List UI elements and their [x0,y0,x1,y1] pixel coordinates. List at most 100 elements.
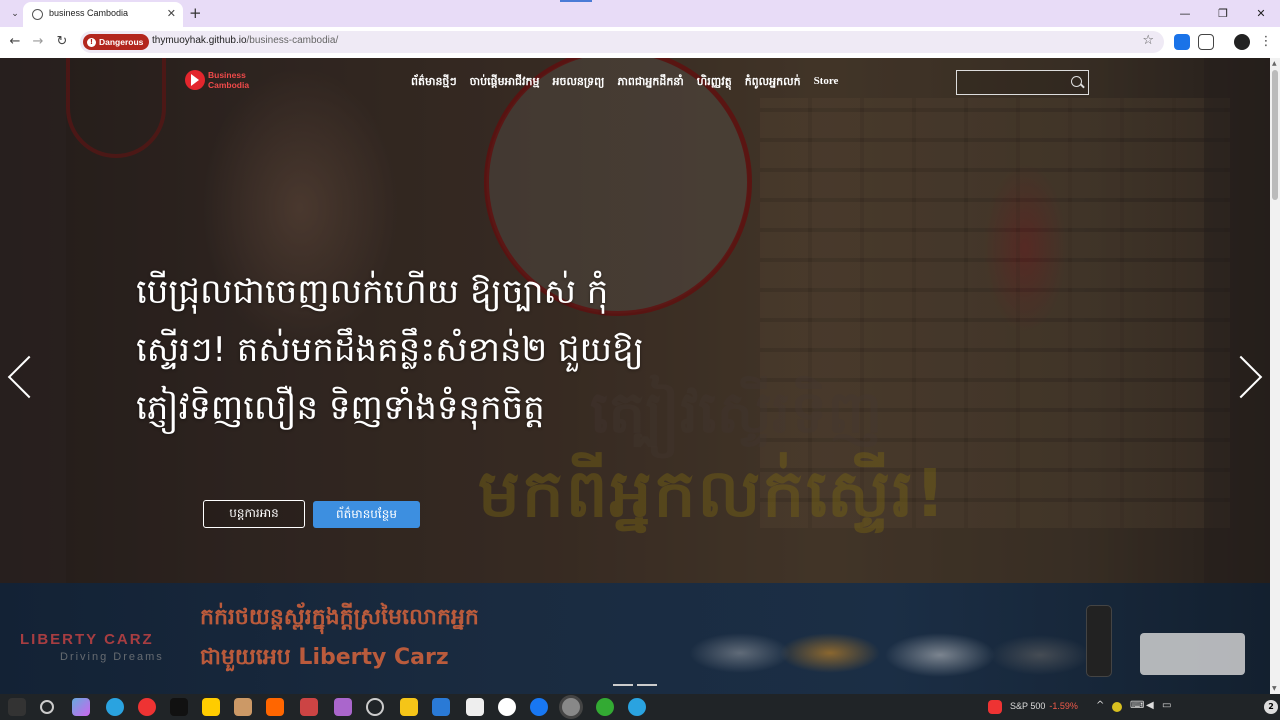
security-label: Dangerous [99,37,144,47]
notepad-icon[interactable] [466,698,484,716]
github-icon[interactable] [366,698,384,716]
bookmark-star-icon[interactable]: ☆ [1142,33,1154,48]
telegram-desktop-icon[interactable] [628,698,646,716]
nav-link-real-estate[interactable]: អចលនទ្រព្យ [552,75,604,91]
minimize-button[interactable]: — [1166,0,1204,27]
logo-line1: Business [208,70,246,80]
snapchat-icon[interactable] [202,698,220,716]
os-taskbar: S&P 500 -1.59% ^ ⌨ ◀ ▭ 2 [0,694,1280,720]
tab-search-button[interactable]: ⌄ [6,5,24,23]
tray-overflow-chevron-icon[interactable]: ^ [1096,700,1104,711]
tab-title: business Cambodia [49,8,129,18]
logo-text: Business Cambodia [208,70,249,90]
page-viewport: ត្បៀវស្ទើរទិញ មកពីអ្នកលក់ស្ទើរ! បើជ្រុលជ… [0,58,1280,694]
stock-chart-icon [988,700,1002,714]
banner-headline: កក់រថយន្តស្ព័រក្នុងក្ដីស្រមៃលោកអ្នក [200,605,479,630]
banner-cars-image [680,623,1100,683]
chrome-icon[interactable] [562,698,580,716]
scroll-down-arrow-icon[interactable]: ▼ [1272,685,1277,692]
banner-qr-code [1140,633,1245,675]
back-button[interactable]: ← [6,33,24,51]
nav-link-top-sellers[interactable]: កំពូលអ្នកលក់ [745,75,801,91]
url-text[interactable]: thymuoyhak.github.io/business-cambodia/ [152,35,338,46]
widgets-icon[interactable] [8,698,26,716]
security-warning-chip[interactable]: ! Dangerous [83,34,150,50]
stock-change: -1.59% [1049,701,1078,711]
banner-brand: LIBERTY CARZ [20,631,154,648]
tab-strip: ⌄ business Cambodia ✕ + — ❐ ✕ [0,0,1280,27]
search-icon[interactable] [1071,76,1082,87]
stock-widget[interactable]: S&P 500 -1.59% [1010,701,1078,711]
game-app-icon[interactable] [234,698,252,716]
telegram-icon[interactable] [106,698,124,716]
maximize-button[interactable]: ❐ [1204,0,1242,27]
menu-kebab-icon[interactable]: ⋮ [1257,33,1275,51]
nav-links: ព័ត៌មានថ្មីៗ ចាប់ផ្តើមអាជីវកម្ម អចលនទ្រព… [411,75,838,91]
notification-badge[interactable]: 2 [1264,700,1278,714]
site-navbar: Business Cambodia ព័ត៌មានថ្មីៗ ចាប់ផ្តើម… [0,58,1270,108]
window-controls: — ❐ ✕ [1166,0,1280,27]
battery-icon[interactable]: ▭ [1162,700,1171,711]
site-logo[interactable]: Business Cambodia [185,70,249,90]
scroll-up-arrow-icon[interactable]: ▲ [1272,60,1277,67]
stock-name: S&P 500 [1010,701,1046,711]
carousel-indicator[interactable] [613,684,633,686]
tab-close-icon[interactable]: ✕ [167,7,176,20]
search-input[interactable] [956,70,1089,95]
fiverr-icon[interactable] [596,698,614,716]
tray-app-icon[interactable] [1112,702,1122,712]
copilot-icon[interactable] [72,698,90,716]
volume-icon[interactable]: ◀ [1146,700,1154,711]
extension-icon[interactable] [1174,34,1190,50]
browser-toolbar: ← → ↻ ! Dangerous thymuoyhak.github.io/b… [0,27,1280,58]
opera-icon[interactable] [138,698,156,716]
hero-carousel-slide: ត្បៀវស្ទើរទិញ មកពីអ្នកលក់ស្ទើរ! បើជ្រុលជ… [0,58,1270,583]
carousel-indicators [613,684,657,686]
tiktok-icon[interactable] [170,698,188,716]
nav-link-store[interactable]: Store [814,75,839,91]
profile-avatar[interactable] [1234,34,1250,50]
hero-headline: បើជ្រុលជាចេញលក់ហើយ ឱ្យច្បាស់ កុំ ស្ទើរៗ!… [136,263,726,437]
banner-subheadline: ជាមួយអេប Liberty Carz [200,645,449,670]
visual-studio-icon[interactable] [334,698,352,716]
play-logo-icon [185,70,205,90]
carousel-indicator[interactable] [637,684,657,686]
new-tab-button[interactable]: + [189,4,202,22]
illustrator-app-icon[interactable] [266,698,284,716]
continue-reading-button[interactable]: បន្តការអាន [203,500,305,528]
headline-line: ភ្ញៀវទិញលឿន ទិញទាំងទំនុកចិត្ត [136,388,545,428]
nav-link-leadership[interactable]: ភាពជាអ្នកដឹកនាំ [617,75,683,91]
photo-app-icon[interactable] [300,698,318,716]
nav-link-finance[interactable]: ហិរញ្ញវត្ថុ [697,75,732,91]
keyboard-icon[interactable]: ⌨ [1130,700,1144,711]
carousel-next-chevron-icon[interactable] [1232,353,1262,401]
tab-strip-accent [560,0,592,2]
globe-icon [32,9,43,20]
file-explorer-icon[interactable] [400,698,418,716]
close-window-button[interactable]: ✕ [1242,0,1280,27]
ad-banner[interactable]: LIBERTY CARZ Driving Dreams កក់រថយន្តស្ព… [0,583,1270,694]
carousel-prev-chevron-icon[interactable] [8,353,38,401]
url-host: thymuoyhak.github.io [152,35,247,46]
reload-button[interactable]: ↻ [53,33,71,51]
facebook-icon[interactable] [530,698,548,716]
search-taskbar-icon[interactable] [40,700,54,714]
url-path: /business-cambodia/ [246,35,339,46]
vscode-icon[interactable] [432,698,450,716]
page-scrollbar[interactable]: ▲ ▼ [1270,58,1280,694]
headline-line: ស្ទើរៗ! តស់មកដឹងគន្លឹះសំខាន់២ ជួយឱ្យ [136,330,644,370]
banner-phone-image [1086,605,1112,677]
browser-tab-active[interactable]: business Cambodia ✕ [23,2,183,27]
logo-line2: Cambodia [208,80,250,90]
headline-line: បើជ្រុលជាចេញលក់ហើយ ឱ្យច្បាស់ កុំ [136,272,609,312]
puzzle-extensions-icon[interactable] [1198,34,1214,50]
more-info-button[interactable]: ព័ត៌មានបន្ថែម [313,501,420,528]
scrollbar-thumb[interactable] [1272,70,1278,200]
app-circle-icon[interactable] [498,698,516,716]
address-bar[interactable]: ! Dangerous thymuoyhak.github.io/busines… [80,31,1164,53]
forward-button[interactable]: → [29,33,47,51]
nav-link-start-business[interactable]: ចាប់ផ្តើមអាជីវកម្ម [470,75,540,91]
warning-icon: ! [87,37,96,47]
nav-link-news[interactable]: ព័ត៌មានថ្មីៗ [411,75,457,91]
banner-brand-tagline: Driving Dreams [60,651,164,663]
